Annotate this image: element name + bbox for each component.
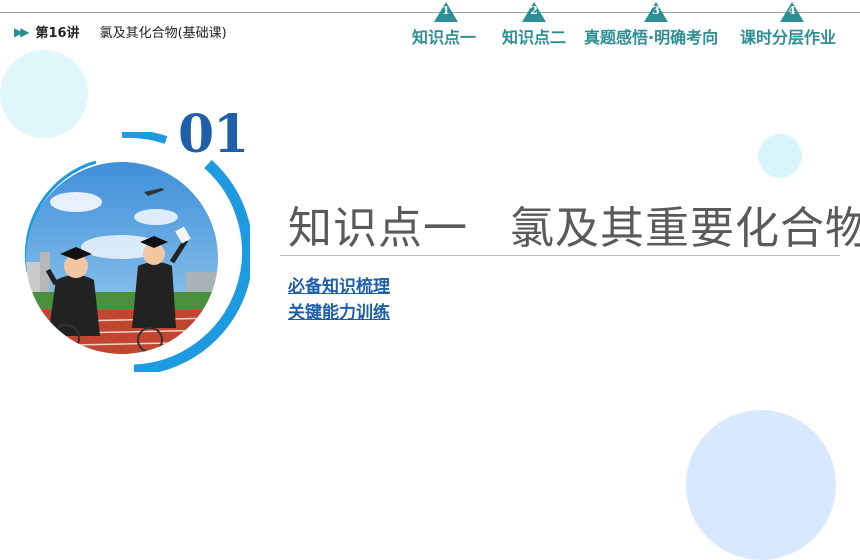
link-key-ability-training[interactable]: 关键能力训练 xyxy=(288,298,390,323)
link-required-knowledge[interactable]: 必备知识梳理 xyxy=(288,272,390,297)
nav-number: 3 xyxy=(652,4,660,17)
nav-label: 知识点一 xyxy=(412,28,477,47)
section-title-right: 氯及其重要化合物 xyxy=(510,203,860,254)
title-underline xyxy=(280,255,840,256)
graduates-photo xyxy=(26,162,218,354)
nav-number: 1 xyxy=(442,4,450,17)
decor-circle xyxy=(0,50,88,138)
ring-arc-top xyxy=(121,132,168,144)
nav-number: 2 xyxy=(530,4,538,17)
section-title-left: 知识点一 xyxy=(288,203,468,254)
section-nav: 1 知识点一 2 知识点二 3 真题感悟·明确考向 4 课时分层作业 xyxy=(0,0,860,50)
nav-label: 真题感悟·明确考向 xyxy=(584,28,719,47)
section-title: 知识点一 氯及其重要化合物 xyxy=(288,192,860,256)
nav-label: 课时分层作业 xyxy=(740,28,837,47)
section-number: 01 xyxy=(178,104,249,165)
decor-circle xyxy=(758,134,802,178)
nav-label: 知识点二 xyxy=(502,28,567,47)
nav-number: 4 xyxy=(788,4,796,17)
decor-circle xyxy=(686,410,836,560)
